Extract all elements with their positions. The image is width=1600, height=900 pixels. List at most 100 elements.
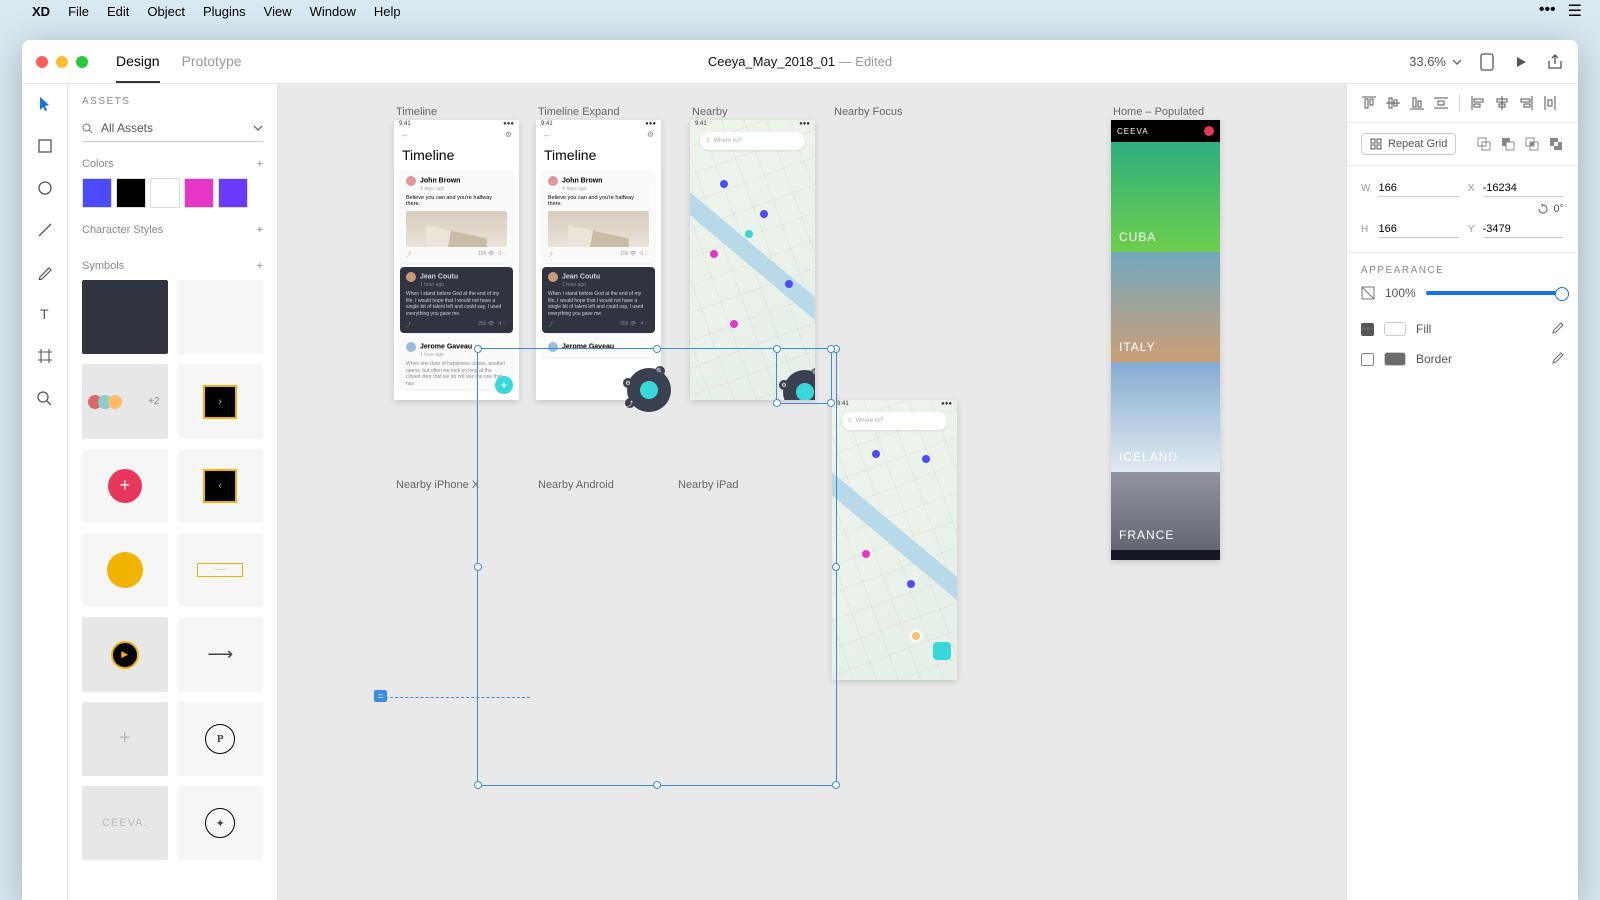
properties-panel: Repeat Grid W X 0° H Y APPEARANCE bbox=[1346, 84, 1578, 900]
artboard-home[interactable]: CEEVA CUBA ITALY ICELAND FRANCE bbox=[1111, 120, 1220, 560]
zoom-tool[interactable] bbox=[35, 388, 55, 408]
fill-chip[interactable] bbox=[1384, 322, 1406, 336]
add-color[interactable]: + bbox=[257, 158, 263, 170]
selection-box[interactable] bbox=[477, 348, 837, 786]
artboard-tool[interactable] bbox=[35, 346, 55, 366]
pen-tool[interactable] bbox=[35, 262, 55, 282]
artboard-label[interactable]: Timeline bbox=[396, 106, 437, 118]
boolean-subtract-icon[interactable] bbox=[1500, 136, 1516, 152]
window-maximize[interactable] bbox=[76, 56, 88, 68]
assets-search[interactable]: All Assets bbox=[82, 117, 263, 142]
symbol[interactable] bbox=[82, 533, 168, 607]
align-right-icon[interactable] bbox=[1518, 95, 1534, 111]
list-icon[interactable]: ☰ bbox=[1568, 1, 1582, 21]
width-input[interactable] bbox=[1378, 180, 1459, 197]
symbols-heading: Symbols bbox=[82, 260, 124, 272]
symbol[interactable]: + bbox=[82, 449, 168, 523]
ellipse-tool[interactable] bbox=[35, 178, 55, 198]
document-title: Ceeya_May_2018_01 — Edited bbox=[708, 54, 892, 69]
boolean-intersect-icon[interactable] bbox=[1524, 136, 1540, 152]
tab-design[interactable]: Design bbox=[116, 41, 160, 83]
guide-label: = bbox=[374, 690, 387, 702]
symbol[interactable]: ⟶ bbox=[178, 617, 264, 691]
x-input[interactable] bbox=[1483, 180, 1564, 197]
add-charstyle[interactable]: + bbox=[257, 224, 263, 236]
artboard-label[interactable]: Nearby Focus bbox=[834, 106, 902, 118]
share-icon[interactable] bbox=[1546, 53, 1564, 71]
opacity-value: 100% bbox=[1385, 286, 1416, 300]
height-input[interactable] bbox=[1378, 221, 1459, 238]
eyedropper-icon[interactable] bbox=[1550, 352, 1564, 366]
charstyles-heading: Character Styles bbox=[82, 224, 163, 236]
fill-label: Fill bbox=[1416, 322, 1431, 336]
chevron-down-icon[interactable] bbox=[253, 123, 263, 133]
symbol[interactable] bbox=[178, 280, 264, 354]
app-window: Design Prototype Ceeya_May_2018_01 — Edi… bbox=[22, 40, 1578, 900]
symbol[interactable]: + bbox=[82, 702, 168, 776]
menu-view[interactable]: View bbox=[264, 4, 292, 19]
artboard-label[interactable]: Home – Populated bbox=[1113, 106, 1204, 118]
titlebar: Design Prototype Ceeya_May_2018_01 — Edi… bbox=[22, 40, 1578, 84]
menu-file[interactable]: File bbox=[68, 4, 89, 19]
symbol[interactable]: ‹ bbox=[178, 449, 264, 523]
swatch[interactable] bbox=[116, 178, 146, 208]
symbol[interactable]: P bbox=[178, 702, 264, 776]
line-tool[interactable] bbox=[35, 220, 55, 240]
symbol[interactable]: +2 bbox=[82, 364, 168, 438]
symbol[interactable] bbox=[82, 280, 168, 354]
select-tool[interactable] bbox=[35, 94, 55, 114]
align-hcenter-icon[interactable] bbox=[1494, 95, 1510, 111]
rotate-icon[interactable] bbox=[1537, 203, 1549, 215]
align-vcenter-icon[interactable] bbox=[1385, 95, 1401, 111]
smart-guide bbox=[380, 697, 530, 698]
symbol[interactable]: ▶ bbox=[82, 617, 168, 691]
appearance-heading: APPEARANCE bbox=[1347, 253, 1578, 282]
text-tool[interactable]: T bbox=[35, 304, 55, 324]
overflow-icon[interactable]: ••• bbox=[1539, 1, 1556, 21]
symbol[interactable]: —— bbox=[178, 533, 264, 607]
align-bottom-icon[interactable] bbox=[1409, 95, 1425, 111]
tab-prototype[interactable]: Prototype bbox=[182, 41, 242, 83]
align-top-icon[interactable] bbox=[1361, 95, 1377, 111]
swatch[interactable] bbox=[184, 178, 214, 208]
symbol[interactable]: ✦ bbox=[178, 786, 264, 860]
symbol[interactable]: CEEVA. bbox=[82, 786, 168, 860]
play-icon[interactable] bbox=[1512, 53, 1530, 71]
border-checkbox[interactable] bbox=[1361, 353, 1374, 366]
window-close[interactable] bbox=[36, 56, 48, 68]
eyedropper-icon[interactable] bbox=[1550, 322, 1564, 336]
y-input[interactable] bbox=[1483, 221, 1564, 238]
add-symbol[interactable]: + bbox=[257, 260, 263, 272]
border-label: Border bbox=[1416, 352, 1452, 366]
menu-help[interactable]: Help bbox=[374, 4, 401, 19]
device-preview-icon[interactable] bbox=[1478, 53, 1496, 71]
border-chip[interactable] bbox=[1384, 352, 1406, 366]
assets-panel: ASSETS All Assets Colors+ Character Styl… bbox=[68, 84, 278, 900]
repeat-grid-button[interactable]: Repeat Grid bbox=[1361, 133, 1456, 155]
boolean-add-icon[interactable] bbox=[1476, 136, 1492, 152]
tool-rail: T bbox=[22, 84, 68, 900]
menu-window[interactable]: Window bbox=[310, 4, 356, 19]
window-minimize[interactable] bbox=[56, 56, 68, 68]
align-left-icon[interactable] bbox=[1470, 95, 1486, 111]
swatch[interactable] bbox=[150, 178, 180, 208]
canvas[interactable]: Timeline Timeline Expand Nearby Nearby F… bbox=[278, 84, 1346, 900]
symbol[interactable]: › bbox=[178, 364, 264, 438]
zoom-dropdown[interactable]: 33.6% bbox=[1409, 54, 1462, 69]
menu-app[interactable]: XD bbox=[32, 4, 50, 19]
artboard-nearby-focus[interactable]: 9:41●●● ≡Where to? bbox=[832, 400, 957, 680]
distribute-h-icon[interactable] bbox=[1542, 95, 1558, 111]
artboard-label[interactable]: Nearby bbox=[692, 106, 727, 118]
artboard-label[interactable]: Timeline Expand bbox=[538, 106, 620, 118]
menu-object[interactable]: Object bbox=[147, 4, 185, 19]
rectangle-tool[interactable] bbox=[35, 136, 55, 156]
artboard-label[interactable]: Nearby iPhone X bbox=[396, 479, 479, 491]
boolean-exclude-icon[interactable] bbox=[1548, 136, 1564, 152]
opacity-slider[interactable] bbox=[1426, 291, 1564, 295]
menu-edit[interactable]: Edit bbox=[107, 4, 129, 19]
swatch[interactable] bbox=[82, 178, 112, 208]
distribute-v-icon[interactable] bbox=[1433, 95, 1449, 111]
fill-checkbox[interactable]: ➖ bbox=[1361, 323, 1374, 336]
swatch[interactable] bbox=[218, 178, 248, 208]
menu-plugins[interactable]: Plugins bbox=[203, 4, 246, 19]
